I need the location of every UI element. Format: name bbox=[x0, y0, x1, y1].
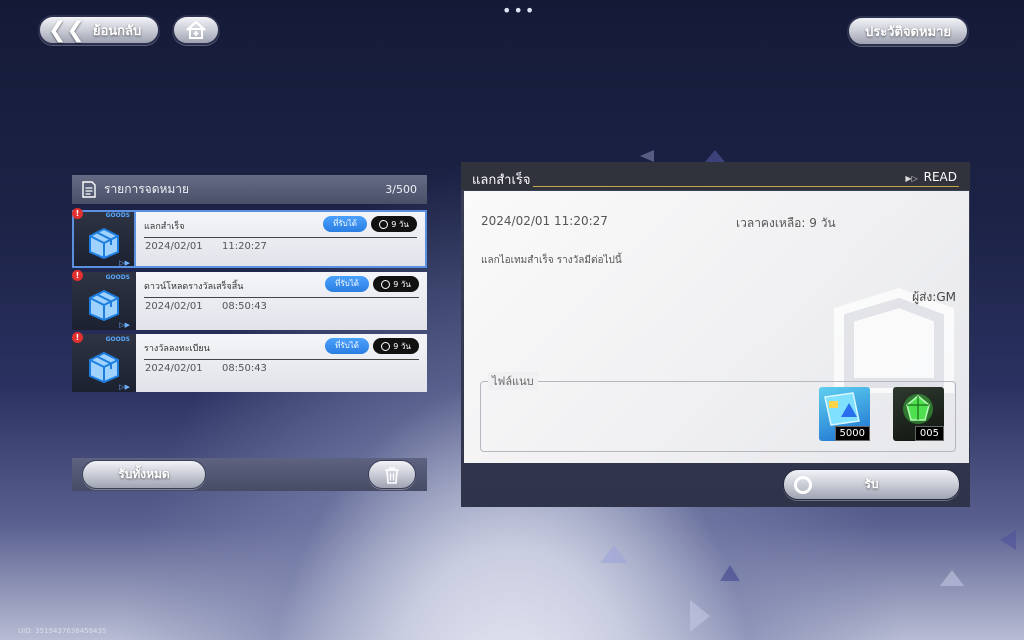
category-label: GOODS bbox=[105, 274, 130, 281]
decor-shard bbox=[640, 150, 654, 162]
mail-subject: แลกสำเร็จ bbox=[144, 222, 185, 232]
claimable-badge: ที่รับได้ bbox=[323, 216, 367, 232]
days-left-badge: 9 วัน bbox=[373, 338, 419, 354]
green-crystal-item[interactable]: 005 bbox=[893, 387, 944, 441]
mail-subject: รางวัลลงทะเบียน bbox=[144, 344, 210, 354]
category-label: GOODS bbox=[105, 212, 130, 219]
claimable-badge: ที่รับได้ bbox=[325, 338, 369, 354]
alert-icon: ! bbox=[72, 332, 83, 343]
mail-list-header: รายการจดหมาย 3/500 bbox=[72, 175, 427, 204]
delete-button[interactable] bbox=[368, 460, 416, 489]
box-icon bbox=[89, 351, 119, 384]
detail-title: แลกสำเร็จ bbox=[472, 173, 531, 188]
detail-header: แลกสำเร็จ ▶▷ READ bbox=[461, 162, 970, 190]
decor-shard bbox=[720, 565, 740, 581]
mail-date: 2024/02/01 bbox=[145, 301, 203, 312]
play-icon: ▶▷ bbox=[905, 174, 918, 183]
mail-info: รางวัลลงทะเบียน ที่รับได้ 9 วัน 2024/02/… bbox=[136, 334, 427, 392]
decor-shard bbox=[940, 570, 964, 586]
read-status: ▶▷ READ bbox=[905, 170, 957, 184]
clock-icon bbox=[379, 219, 389, 229]
home-button[interactable] bbox=[172, 15, 220, 45]
divider bbox=[144, 359, 419, 360]
play-icon: ▷▶ bbox=[119, 383, 130, 391]
mail-time: 08:50:43 bbox=[222, 301, 267, 312]
read-status-text: READ bbox=[923, 170, 957, 184]
days-left-badge: 9 วัน bbox=[373, 276, 419, 292]
play-icon: ▷▶ bbox=[119, 259, 130, 267]
decor-shard bbox=[1000, 530, 1016, 550]
mail-message: แลกไอเทมสำเร็จ รางวัลมีต่อไปนี้ bbox=[481, 255, 622, 266]
detail-date: 2024/02/01 bbox=[481, 214, 551, 228]
box-icon bbox=[89, 227, 119, 260]
receive-button[interactable]: รับ bbox=[783, 469, 960, 500]
alert-icon: ! bbox=[72, 270, 83, 281]
mail-thumbnail: ! GOODS ▷▶ bbox=[72, 332, 136, 392]
receive-button-label: รับ bbox=[864, 477, 879, 491]
world-ticket-item[interactable]: 5000 bbox=[819, 387, 870, 441]
mail-thumbnail: ! GOODS ▷▶ bbox=[72, 270, 136, 330]
time-remaining: เวลาคงเหลือ: 9 วัน bbox=[736, 216, 836, 230]
mail-sender: ผู้ส่ง:GM bbox=[912, 290, 956, 304]
claim-all-button[interactable]: รับทั้งหมด bbox=[82, 460, 206, 489]
detail-body: 2024/02/01 11:20:27 เวลาคงเหลือ: 9 วัน แ… bbox=[464, 191, 969, 463]
box-icon bbox=[89, 289, 119, 322]
mail-history-button[interactable]: ประวัติจดหมาย bbox=[847, 16, 969, 46]
item-quantity: 5000 bbox=[834, 426, 870, 441]
menu-dots[interactable]: ••• bbox=[502, 3, 536, 19]
attachments-box bbox=[480, 381, 956, 452]
days-left-text: 9 วัน bbox=[393, 341, 411, 351]
mail-time: 11:20:27 bbox=[222, 241, 267, 252]
mail-list-actions: รับทั้งหมด bbox=[72, 458, 427, 491]
item-quantity: 005 bbox=[914, 426, 944, 441]
alert-icon: ! bbox=[72, 208, 83, 219]
document-icon bbox=[82, 181, 96, 198]
chevron-left-icon: ❮❮ bbox=[48, 17, 85, 43]
mail-detail-panel: แลกสำเร็จ ▶▷ READ 2024/02/01 11:20:27 เวล… bbox=[461, 162, 970, 507]
mail-list-item[interactable]: ! GOODS ▷▶ รางวัลลงทะเบียน ที่รับได้ 9 ว… bbox=[72, 332, 427, 392]
detail-time: 11:20:27 bbox=[554, 214, 608, 228]
mail-list-title: รายการจดหมาย bbox=[104, 182, 190, 196]
mail-count: 3/500 bbox=[385, 183, 417, 196]
mail-date: 2024/02/01 bbox=[145, 241, 203, 252]
decor-shard bbox=[600, 545, 628, 563]
days-left-text: 9 วัน bbox=[393, 279, 411, 289]
mail-list-item[interactable]: ! GOODS ▷▶ ดาวน์โหลดรางวัลเสร็จสิ้น ที่ร… bbox=[72, 270, 427, 330]
divider bbox=[144, 237, 417, 238]
back-button[interactable]: ❮❮ ย้อนกลับ bbox=[38, 15, 160, 45]
mail-info: ดาวน์โหลดรางวัลเสร็จสิ้น ที่รับได้ 9 วัน… bbox=[136, 272, 427, 330]
mail-thumbnail: ! GOODS ▷▶ bbox=[72, 208, 136, 268]
mail-date: 2024/02/01 bbox=[145, 363, 203, 374]
home-icon bbox=[186, 20, 206, 39]
days-left-badge: 9 วัน bbox=[371, 216, 417, 232]
mail-list-panel: รายการจดหมาย 3/500 ! GOODS ▷▶ แลกสำเร็จ … bbox=[72, 175, 427, 405]
mail-subject: ดาวน์โหลดรางวัลเสร็จสิ้น bbox=[144, 282, 244, 292]
clock-icon bbox=[381, 279, 391, 289]
divider bbox=[144, 297, 419, 298]
mail-info: แลกสำเร็จ ที่รับได้ 9 วัน 2024/02/01 11:… bbox=[136, 210, 427, 268]
clock-icon bbox=[381, 341, 391, 351]
mail-list-item[interactable]: ! GOODS ▷▶ แลกสำเร็จ ที่รับได้ 9 วัน 202… bbox=[72, 208, 427, 268]
user-id: UID: 3519437636458435 bbox=[18, 627, 107, 635]
divider bbox=[533, 186, 959, 187]
mail-time: 08:50:43 bbox=[222, 363, 267, 374]
days-left-text: 9 วัน bbox=[391, 219, 409, 229]
decor-shard bbox=[690, 600, 710, 632]
back-button-label: ย้อนกลับ bbox=[92, 23, 142, 39]
play-icon: ▷▶ bbox=[119, 321, 130, 329]
attachments-label: ไฟล์แนบ bbox=[488, 372, 538, 390]
category-label: GOODS bbox=[105, 336, 130, 343]
decor-shard bbox=[705, 150, 725, 162]
claimable-badge: ที่รับได้ bbox=[325, 276, 369, 292]
circle-o-icon bbox=[794, 476, 812, 494]
trash-icon bbox=[385, 466, 399, 484]
